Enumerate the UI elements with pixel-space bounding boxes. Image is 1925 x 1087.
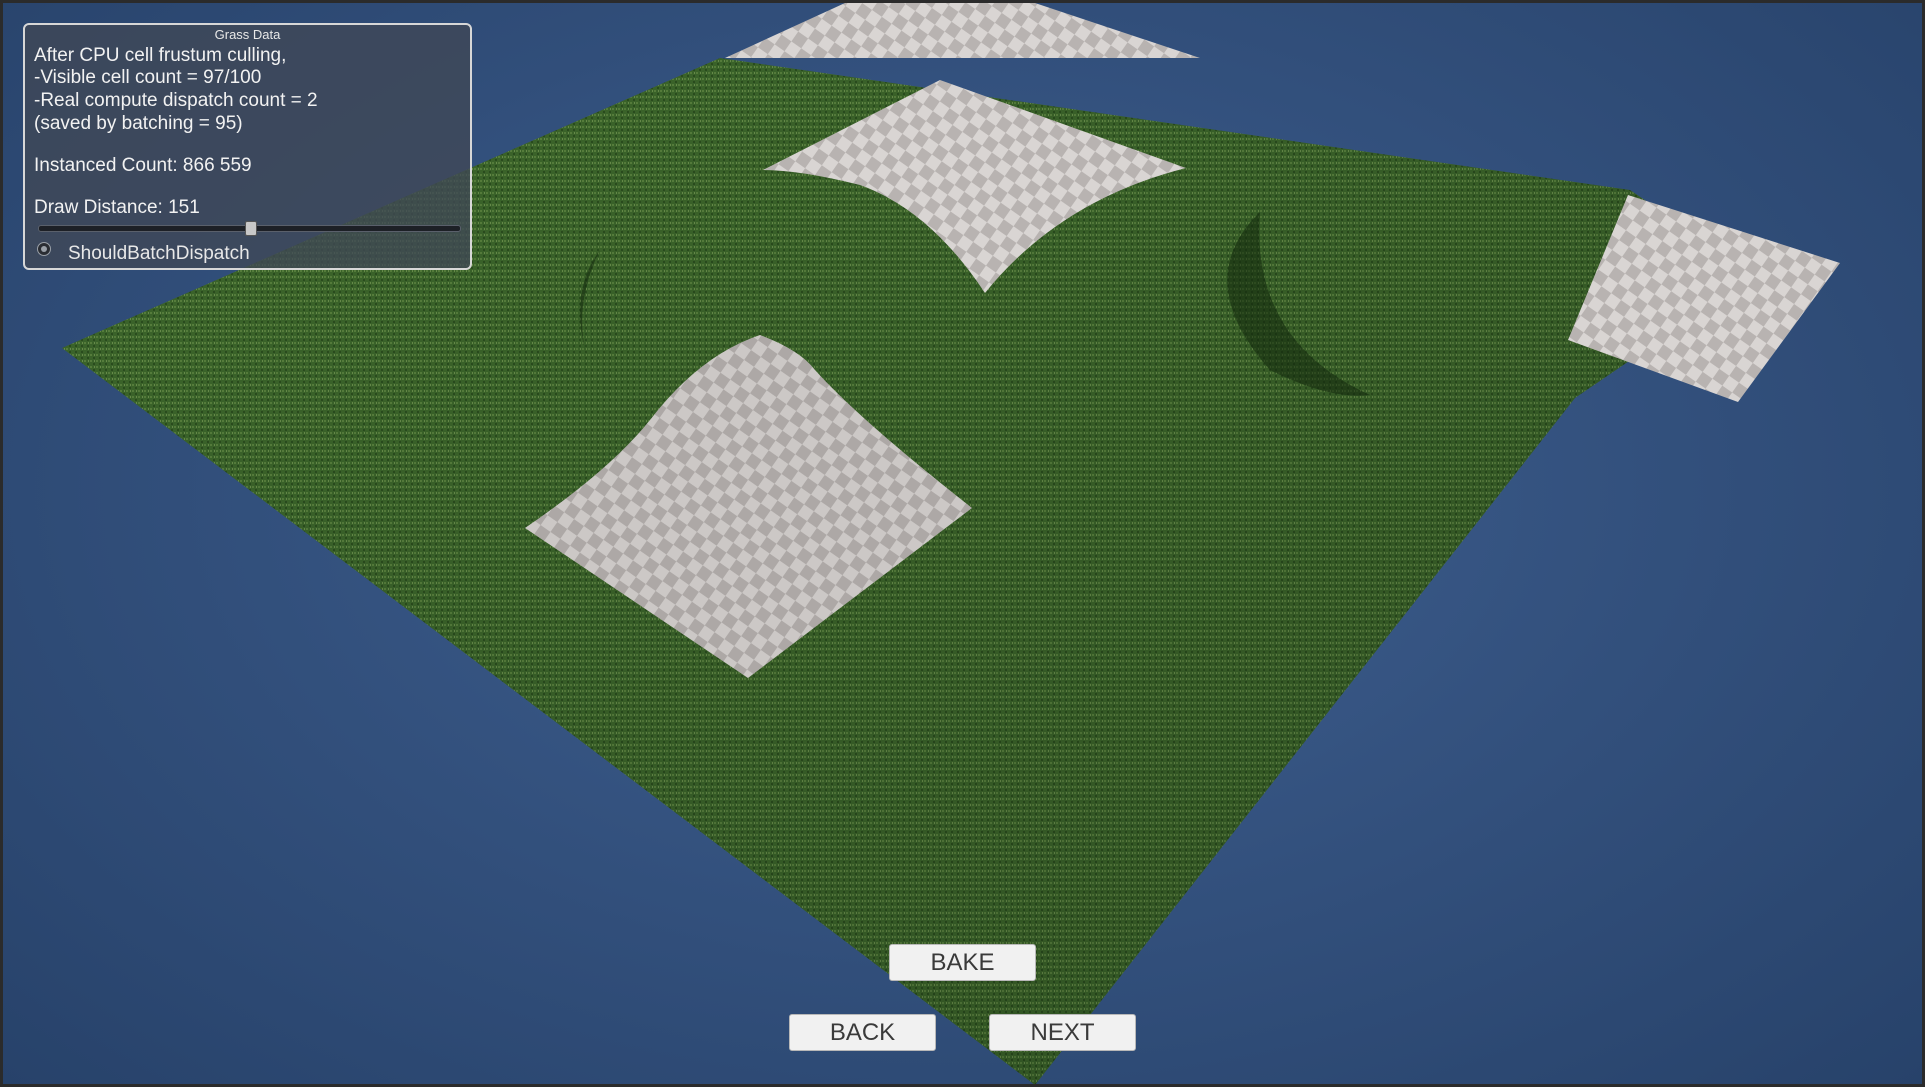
draw-distance-label: Draw Distance: 151 — [34, 197, 200, 218]
dispatch-count: -Real compute dispatch count = 2 — [34, 90, 318, 111]
culling-heading: After CPU cell frustum culling, — [34, 45, 287, 66]
draw-distance-slider[interactable] — [38, 221, 461, 236]
panel-title: Grass Data — [214, 27, 281, 42]
batch-dispatch-toggle[interactable] — [37, 242, 51, 256]
grass-data-panel: Grass Data After CPU cell frustum cullin… — [23, 23, 472, 270]
next-button[interactable]: NEXT — [989, 1014, 1136, 1051]
checker-patch-top — [725, 3, 1200, 58]
instanced-count: Instanced Count: 866 559 — [34, 155, 252, 176]
bake-button[interactable]: BAKE — [889, 944, 1036, 981]
visible-cell-count: -Visible cell count = 97/100 — [34, 67, 262, 88]
slider-thumb[interactable] — [244, 221, 257, 236]
back-button[interactable]: BACK — [789, 1014, 936, 1051]
toggle-label: ShouldBatchDispatch — [68, 243, 250, 264]
saved-by-batching: (saved by batching = 95) — [34, 113, 243, 134]
